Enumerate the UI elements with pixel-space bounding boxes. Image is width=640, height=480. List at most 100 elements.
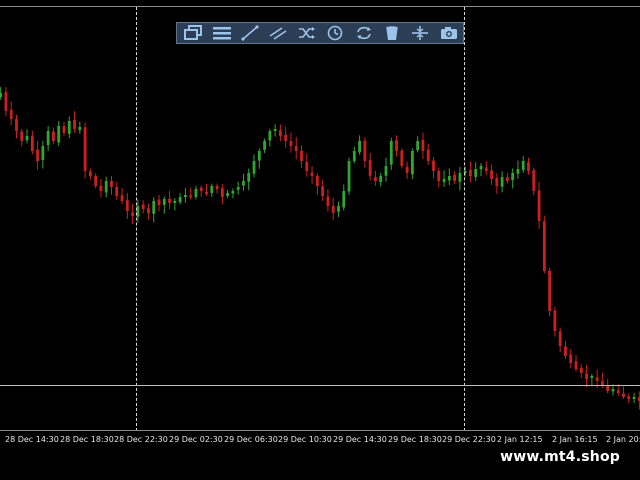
candle-body: [395, 140, 398, 151]
candle-body: [342, 191, 346, 208]
candle-body: [331, 205, 335, 213]
price-chart[interactable]: [0, 6, 640, 431]
time-tick-label: 2 Jan 12:15: [497, 435, 543, 444]
period-separator: [464, 7, 465, 431]
sync-button[interactable]: [349, 23, 377, 43]
candle-body: [400, 150, 404, 166]
candle-body: [210, 186, 214, 193]
candle-body: [268, 131, 272, 141]
candle-body: [495, 177, 499, 186]
candle-body: [183, 195, 187, 197]
candle-body: [83, 127, 87, 171]
period-separator: [136, 7, 137, 431]
candle-body: [110, 180, 113, 187]
candle-body: [453, 174, 457, 181]
candle-body: [242, 181, 245, 186]
candle-body: [300, 150, 303, 161]
candle-body: [189, 195, 193, 198]
candle-body: [553, 310, 557, 331]
candle-body: [194, 189, 198, 197]
candle-body: [273, 129, 277, 131]
candle-body: [616, 390, 620, 393]
candle-body: [46, 131, 50, 146]
candle-body: [62, 126, 66, 133]
candle-body: [57, 126, 61, 143]
candle-body: [490, 170, 493, 179]
time-tick-label: 28 Dec 22:30: [114, 435, 168, 444]
candle-body: [347, 161, 351, 192]
candle-body: [9, 109, 13, 119]
candle-body: [548, 270, 552, 311]
candle-body: [516, 169, 520, 174]
screenshot-button[interactable]: [435, 23, 463, 43]
candle-body: [416, 141, 420, 151]
menu-button[interactable]: [207, 23, 235, 43]
candle-body: [632, 397, 636, 399]
separator-button[interactable]: [406, 23, 434, 43]
time-tick-label: 2 Jan 20:: [606, 435, 640, 444]
candle-body: [173, 201, 177, 203]
candle-body: [236, 187, 240, 190]
candle-body: [458, 173, 462, 182]
candle-body: [374, 177, 377, 181]
candle-body: [104, 181, 108, 193]
candlestick-series: [0, 87, 640, 410]
price-line[interactable]: [0, 385, 640, 386]
candle-body: [574, 361, 578, 369]
time-tick-label: 28 Dec 18:30: [60, 435, 114, 444]
candle-body: [405, 166, 409, 173]
menu-icon: [212, 27, 231, 40]
parallel-lines-icon: [269, 27, 287, 40]
candle-body: [352, 151, 356, 162]
delete-button[interactable]: [378, 23, 406, 43]
candle-body: [141, 204, 145, 209]
candle-body: [606, 385, 610, 391]
candle-body: [521, 161, 525, 171]
candle-body: [294, 145, 298, 151]
tile-windows-button[interactable]: [179, 23, 207, 43]
candle-body: [67, 121, 71, 134]
candle-body: [389, 141, 393, 165]
candle-body: [379, 176, 383, 182]
candle-body: [247, 173, 251, 182]
clock-icon: [327, 25, 343, 41]
candle-body: [484, 167, 488, 171]
candle-body: [469, 169, 472, 176]
candle-body: [611, 389, 615, 392]
candle-body: [231, 191, 235, 194]
candle-body: [257, 151, 261, 161]
chart-toolbar: [176, 22, 464, 44]
candle-body: [532, 170, 536, 191]
candle-body: [120, 195, 124, 201]
timeframe-button[interactable]: [321, 23, 349, 43]
time-tick-label: 29 Dec 10:30: [278, 435, 332, 444]
candle-body: [564, 346, 567, 356]
candle-body: [358, 141, 361, 153]
candle-body: [537, 190, 541, 221]
candle-body: [15, 118, 18, 131]
candle-body: [622, 393, 625, 397]
candle-body: [585, 373, 588, 379]
time-tick-label: 29 Dec 06:30: [224, 435, 278, 444]
candle-body: [595, 377, 599, 381]
chart-window[interactable]: 28 Dec 14:30 28 Dec 18:30 28 Dec 22:30 2…: [0, 0, 640, 480]
candle-body: [426, 149, 430, 161]
candle-body: [52, 131, 55, 141]
candle-body: [4, 92, 8, 111]
candle-body: [279, 130, 282, 136]
candle-body: [41, 146, 45, 160]
candle-body: [99, 185, 103, 191]
candle-body: [305, 161, 309, 171]
candle-body: [368, 160, 372, 176]
candle-body: [168, 198, 171, 203]
candle-body: [252, 161, 256, 174]
random-button[interactable]: [293, 23, 321, 43]
candle-body: [590, 376, 594, 379]
candle-body: [226, 193, 230, 196]
candle-body: [205, 191, 208, 194]
candle-body: [558, 331, 562, 346]
candle-body: [147, 208, 150, 213]
candle-body: [20, 131, 24, 141]
trendline-button[interactable]: [236, 23, 264, 43]
channel-button[interactable]: [264, 23, 292, 43]
